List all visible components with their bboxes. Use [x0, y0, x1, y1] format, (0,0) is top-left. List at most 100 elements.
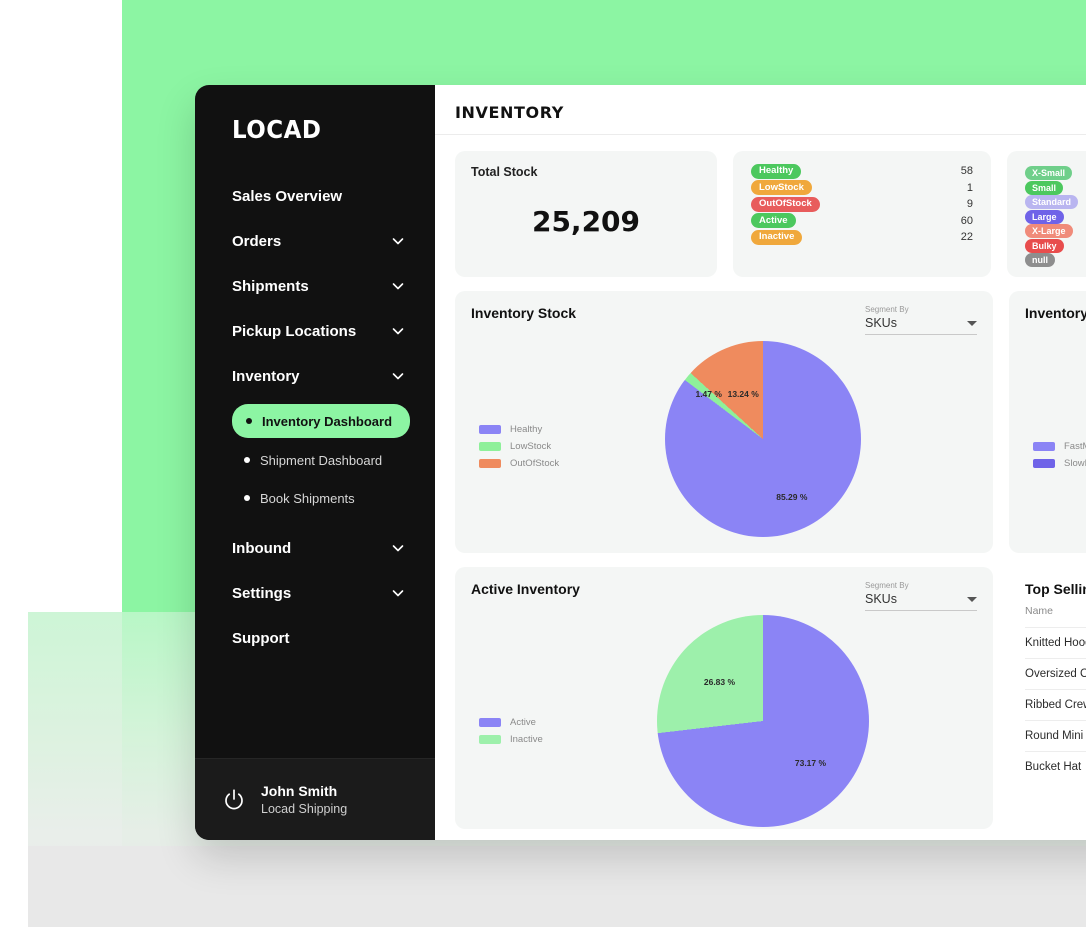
- total-stock-value: 25,209: [531, 205, 641, 238]
- status-count: 1: [966, 181, 973, 194]
- chart-legend: Active Inactive: [479, 717, 543, 751]
- user-info: John Smith Locad Shipping: [261, 782, 347, 818]
- legend-swatch-active: [479, 718, 501, 727]
- table-row[interactable]: Bucket Hat: [1025, 751, 1086, 782]
- legend-label: SlowMoving: [1064, 458, 1086, 469]
- inventory-stock-pie-chart: 85.29 % 1.47 % 13.24 %: [665, 341, 861, 537]
- chart-legend: FastMoving SlowMoving: [1033, 441, 1086, 475]
- page-header: INVENTORY: [435, 85, 1086, 135]
- legend-swatch-lowstock: [479, 442, 501, 451]
- user-organization: Locad Shipping: [261, 801, 348, 816]
- charts-row-1: Inventory Stock Segment By SKUs Healthy: [455, 291, 1086, 553]
- table-column-header-name: Name: [1025, 605, 1054, 617]
- status-count: 60: [960, 214, 973, 227]
- sidebar-item-inventory[interactable]: Inventory: [195, 354, 435, 398]
- pie-label-outofstock: 13.24 %: [727, 389, 759, 400]
- power-icon[interactable]: [221, 787, 247, 813]
- legend-item: Inactive: [479, 734, 543, 745]
- segment-by-label: Segment By: [865, 581, 909, 590]
- legend-swatch-outofstock: [479, 459, 501, 468]
- dashboard-body: Total Stock 25,209 Healthy 58 LowStock 1…: [435, 135, 1086, 840]
- segment-by-control[interactable]: SKUs: [865, 316, 977, 335]
- sidebar-item-label: Inventory: [232, 367, 300, 385]
- segment-by-value: SKUs: [865, 592, 897, 606]
- main-content: INVENTORY Total Stock 25,209 Healthy 58 …: [435, 85, 1086, 840]
- table-row[interactable]: Oversized Crewneck: [1025, 658, 1086, 689]
- sidebar: LOCAD Sales Overview Orders Shipments Pi…: [195, 85, 435, 840]
- size-summary-card: X-Small Small Standard Large X-Large Bul…: [1007, 151, 1086, 277]
- segment-by-value: SKUs: [865, 316, 897, 330]
- charts-row-2: Active Inventory Segment By SKUs Active: [455, 567, 1086, 829]
- sidebar-item-orders[interactable]: Orders: [195, 219, 435, 263]
- table-row[interactable]: Round Mini Shoulder Bag: [1025, 720, 1086, 751]
- segment-by-dropdown[interactable]: Segment By SKUs: [865, 581, 977, 611]
- sidebar-item-support[interactable]: Support: [195, 616, 435, 660]
- sidebar-subitem-label: Inventory Dashboard: [262, 413, 393, 429]
- sidebar-item-label: Orders: [232, 232, 282, 250]
- sidebar-nav-list: LOCAD Sales Overview Orders Shipments Pi…: [195, 85, 435, 758]
- legend-item: Healthy: [479, 424, 559, 435]
- chevron-down-icon: [391, 586, 405, 600]
- status-badge-active: Active: [751, 213, 796, 229]
- chevron-down-icon: [967, 596, 977, 602]
- segment-by-dropdown[interactable]: Segment By SKUs: [865, 305, 977, 335]
- sidebar-item-sales-overview[interactable]: Sales Overview: [195, 174, 435, 218]
- bullet-icon: [244, 495, 250, 501]
- status-badge-lowstock: LowStock: [751, 180, 812, 196]
- chevron-down-icon: [391, 279, 405, 293]
- brand-logo: LOCAD: [232, 115, 322, 144]
- background-gray-strip: [28, 846, 1086, 927]
- sidebar-item-label: Inbound: [232, 539, 292, 557]
- status-badge-inactive: Inactive: [751, 229, 803, 245]
- status-count: 58: [960, 165, 973, 178]
- chevron-down-icon: [391, 234, 405, 248]
- pie-slices: [657, 615, 869, 827]
- status-badge-outofstock: OutOfStock: [751, 196, 820, 212]
- size-row: Standard: [1025, 192, 1086, 209]
- sidebar-item-label: Shipments: [232, 277, 309, 295]
- sidebar-user-footer[interactable]: John Smith Locad Shipping: [195, 758, 435, 840]
- inventory-stock-panel: Inventory Stock Segment By SKUs Healthy: [455, 291, 993, 553]
- sidebar-item-label: Support: [232, 629, 290, 647]
- app-window: LOCAD Sales Overview Orders Shipments Pi…: [195, 85, 1086, 840]
- bullet-icon: [244, 457, 250, 463]
- size-row: Small: [1025, 178, 1086, 195]
- size-row: X-Large: [1025, 221, 1086, 238]
- user-name: John Smith: [261, 782, 338, 799]
- table-row[interactable]: Knitted Hoodie: [1025, 627, 1086, 658]
- segment-by-label: Segment By: [865, 305, 909, 314]
- chevron-down-icon: [391, 541, 405, 555]
- legend-label: Inactive: [510, 734, 543, 745]
- legend-label: Healthy: [510, 424, 543, 435]
- legend-swatch-healthy: [479, 425, 501, 434]
- legend-label: FastMoving: [1064, 441, 1086, 452]
- sidebar-subitem-book-shipments[interactable]: Book Shipments: [232, 482, 369, 514]
- segment-by-control[interactable]: SKUs: [865, 592, 977, 611]
- stats-row: Total Stock 25,209 Healthy 58 LowStock 1…: [455, 151, 1086, 277]
- sidebar-item-inbound[interactable]: Inbound: [195, 526, 435, 570]
- sidebar-item-shipments[interactable]: Shipments: [195, 264, 435, 308]
- sidebar-subitem-inventory-dashboard[interactable]: Inventory Dashboard: [232, 404, 411, 438]
- pie-label-inactive: 26.83 %: [703, 677, 736, 688]
- size-badge-null: null: [1025, 253, 1055, 267]
- legend-item: OutOfStock: [479, 458, 559, 469]
- status-summary-card: Healthy 58 LowStock 1 OutOfStock 9 Activ…: [733, 151, 991, 277]
- total-stock-card: Total Stock 25,209: [455, 151, 717, 277]
- sidebar-subitem-shipment-dashboard[interactable]: Shipment Dashboard: [232, 444, 396, 476]
- sidebar-item-pickup-locations[interactable]: Pickup Locations: [195, 309, 435, 353]
- sidebar-subitem-label: Book Shipments: [260, 490, 355, 506]
- status-row: Active 60: [751, 213, 973, 230]
- chevron-down-icon: [391, 369, 405, 383]
- status-row: Inactive 22: [751, 229, 973, 246]
- table-row[interactable]: Ribbed Crew Neck Tee: [1025, 689, 1086, 720]
- size-row: X-Small: [1025, 163, 1086, 180]
- panel-title: Inventory Movement: [1025, 305, 1086, 321]
- status-badge-healthy: Healthy: [751, 163, 802, 179]
- size-row: Bulky: [1025, 236, 1086, 253]
- status-count: 9: [966, 198, 973, 211]
- sidebar-item-settings[interactable]: Settings: [195, 571, 435, 615]
- legend-item: SlowMoving: [1033, 458, 1086, 469]
- size-row: Large: [1025, 207, 1086, 224]
- background-green-strip: [122, 0, 1086, 12]
- chart-legend: Healthy LowStock OutOfStock: [479, 424, 559, 475]
